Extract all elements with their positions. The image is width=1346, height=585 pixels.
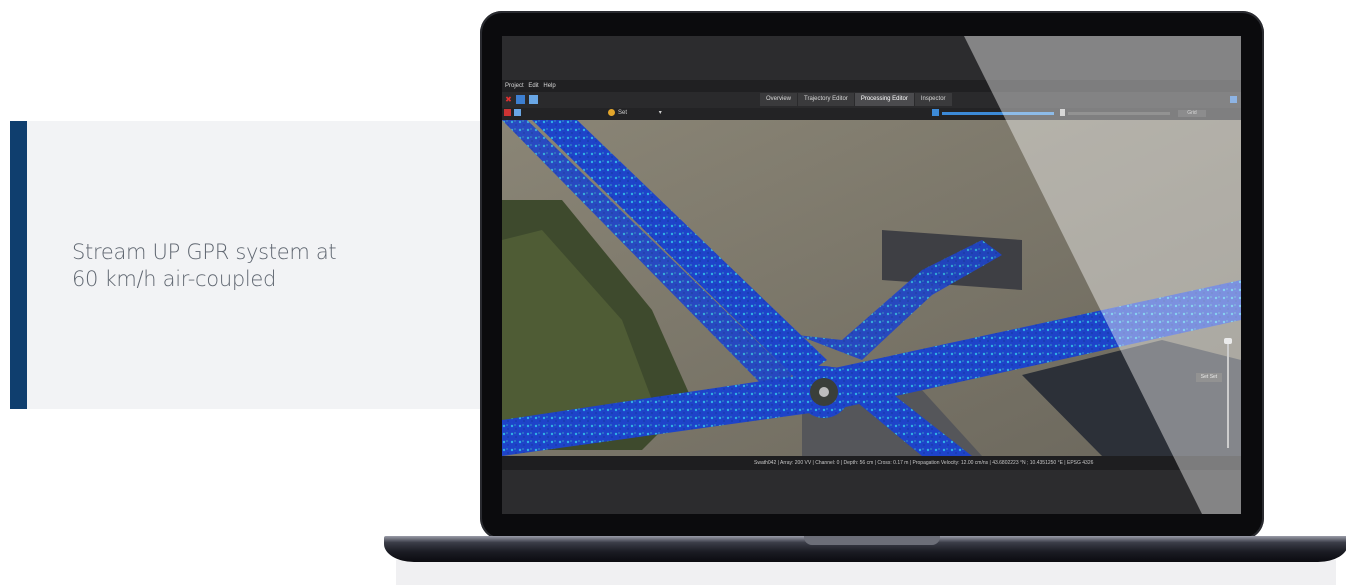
open-folder-icon[interactable] bbox=[516, 95, 525, 104]
menu-edit[interactable]: Edit bbox=[528, 80, 538, 92]
status-bar: Swath042 | Array: 200 VV | Channel: 0 | … bbox=[502, 456, 1241, 470]
processing-toolbar: Set ▾ Grid bbox=[502, 108, 1241, 120]
status-text: Swath042 | Array: 200 VV | Channel: 0 | … bbox=[754, 460, 1094, 466]
laptop-screen: Project Edit Help ✖ Overview Trajectory E… bbox=[502, 36, 1241, 514]
tab-inspector[interactable]: Inspector bbox=[914, 93, 952, 106]
caption-line-1: Stream UP GPR system at bbox=[72, 240, 337, 264]
caption-text: Stream UP GPR system at 60 km/h air-coup… bbox=[72, 239, 402, 293]
screen-top-area bbox=[502, 36, 1241, 80]
map-label: Set Set bbox=[1196, 373, 1222, 382]
tab-trajectory-editor[interactable]: Trajectory Editor bbox=[798, 93, 854, 106]
range-slider-blue[interactable] bbox=[942, 112, 1054, 115]
view-tabs: Overview Trajectory Editor Processing Edit… bbox=[760, 93, 953, 107]
grid-box[interactable]: Grid bbox=[1178, 110, 1206, 117]
accent-bar bbox=[10, 121, 27, 409]
layer-select[interactable]: Set ▾ bbox=[618, 109, 680, 118]
range-slider-gray[interactable] bbox=[1068, 112, 1170, 115]
record-icon[interactable] bbox=[504, 109, 511, 116]
menu-help[interactable]: Help bbox=[543, 80, 555, 92]
aerial-map bbox=[502, 120, 1241, 456]
save-icon[interactable] bbox=[529, 95, 538, 104]
tab-overview[interactable]: Overview bbox=[760, 93, 798, 106]
menu-bar: Project Edit Help bbox=[502, 80, 1241, 92]
palette-icon[interactable] bbox=[608, 109, 615, 116]
zoom-handle[interactable] bbox=[1224, 338, 1232, 344]
tab-processing-editor[interactable]: Processing Editor bbox=[854, 93, 914, 106]
laptop-shadow bbox=[396, 560, 1336, 585]
caption-line-2: 60 km/h air-coupled bbox=[72, 267, 277, 291]
export-icon[interactable] bbox=[514, 109, 521, 116]
zoom-track[interactable] bbox=[1227, 338, 1229, 448]
slider-handle[interactable] bbox=[1060, 109, 1065, 116]
menu-project[interactable]: Project bbox=[505, 80, 524, 92]
layer-icon[interactable] bbox=[1230, 96, 1237, 103]
close-icon[interactable]: ✖ bbox=[504, 95, 513, 104]
gpr-map-view[interactable]: Set Set bbox=[502, 120, 1241, 456]
chevron-down-icon: ▾ bbox=[658, 110, 662, 116]
gradient-icon bbox=[932, 109, 939, 116]
layer-select-value: Set bbox=[618, 110, 628, 116]
screen-bottom-area bbox=[502, 470, 1241, 514]
caption-card: Stream UP GPR system at 60 km/h air-coup… bbox=[10, 121, 498, 409]
laptop-notch bbox=[804, 536, 940, 545]
main-toolbar: ✖ Overview Trajectory Editor Processing Ed… bbox=[502, 92, 1241, 108]
